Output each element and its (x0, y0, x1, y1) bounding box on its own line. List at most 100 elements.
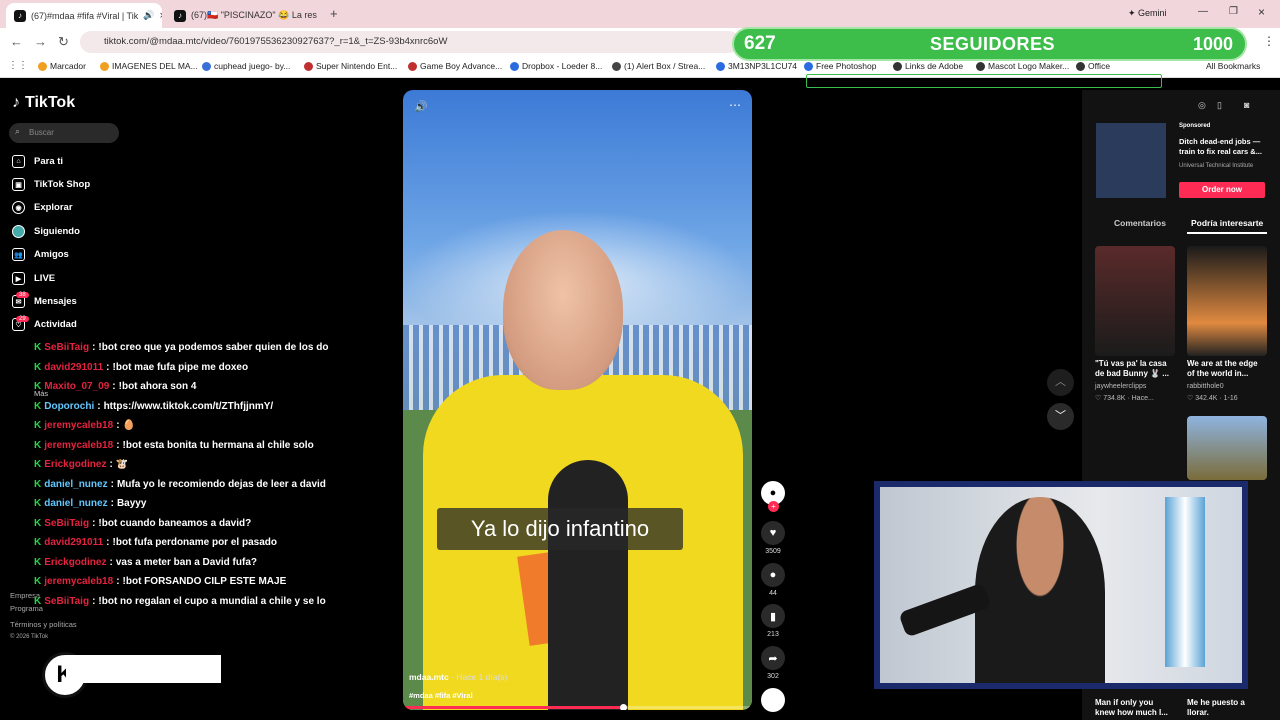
chat-username[interactable]: Maxito_07_09 (44, 381, 109, 392)
thumb-meta: ♡ 734.8K · Hace... (1095, 395, 1154, 402)
chat-username[interactable]: SeBiiTaig (44, 342, 89, 353)
bookmark-item[interactable]: Game Boy Advance... (408, 61, 502, 71)
video-progress-bar[interactable] (403, 704, 752, 710)
video-thumb[interactable] (1187, 246, 1267, 356)
tab-comments[interactable]: Comentarios (1114, 218, 1166, 228)
like-button[interactable]: ♥ 3509 (761, 521, 785, 555)
bookmark-item[interactable]: Dropbox - Loeder 8... (510, 61, 602, 71)
kick-badge-icon: K (34, 381, 42, 392)
save-button[interactable]: ▮ 213 (761, 604, 785, 638)
video-thumb[interactable] (1187, 416, 1267, 480)
chat-username[interactable]: Doporochi (44, 401, 94, 412)
order-now-label: Order now (1201, 185, 1242, 194)
phone-icon[interactable]: ▯ (1217, 100, 1222, 111)
kick-badge-icon: K (34, 478, 42, 490)
kick-badge-icon: K (34, 361, 42, 373)
sidebar-item-amigos[interactable]: 👥 Amigos (12, 248, 69, 261)
all-bookmarks[interactable]: All Bookmarks (1206, 61, 1260, 71)
kick-badge-icon: K (34, 459, 42, 470)
tiktok-logo[interactable]: ♪ TikTok (12, 94, 75, 112)
order-now-button[interactable]: Order now (1179, 182, 1265, 198)
chat-username[interactable]: daniel_nunez (44, 498, 107, 509)
footer-terminos[interactable]: Términos y políticas (10, 620, 77, 629)
chat-username[interactable]: jeremycaleb18 (44, 440, 113, 451)
close-tab-icon[interactable]: × (159, 10, 162, 22)
menu-icon[interactable]: ⋮ (1263, 34, 1275, 48)
bookmark-item[interactable]: (1) Alert Box / Strea... (612, 61, 705, 71)
chat-username[interactable]: Erickgodinez (44, 459, 106, 470)
bookmark-item[interactable]: IMAGENES DEL MA... (100, 61, 198, 71)
chat-message: Kjeremycaleb18: 🥚 (34, 420, 135, 431)
reload-icon[interactable]: ↻ (58, 34, 69, 50)
minimize-icon[interactable]: — (1198, 6, 1208, 17)
chat-username[interactable]: SeBiiTaig (44, 596, 89, 607)
url-text: tiktok.com/@mdaa.mtc/video/7601975536230… (104, 36, 448, 47)
thumb-caption[interactable]: "Tú vas pa' la casa de bad Bunny 🐰 ... (1095, 359, 1175, 379)
comment-button[interactable]: ● 44 (761, 563, 785, 597)
bookmark-item[interactable]: Mascot Logo Maker... (976, 61, 1069, 71)
chat-username[interactable]: jeremycaleb18 (44, 420, 113, 431)
sound-disc[interactable] (761, 688, 785, 715)
more-options-icon[interactable]: ⋯ (729, 98, 741, 112)
webcam-flag (1165, 497, 1205, 667)
gemini-button[interactable]: ✦ Gemini (1128, 8, 1167, 19)
thumb-caption[interactable]: Man if only you knew how much I... (1095, 698, 1175, 718)
video-hashtags[interactable]: #mdaa #fifa #Viral (409, 691, 473, 700)
chat-username[interactable]: david291011 (44, 537, 103, 548)
forward-icon[interactable]: → (34, 34, 47, 49)
video-author[interactable]: mdaa.mtc · Hace 1 día(s) (409, 672, 507, 682)
browser-tab[interactable]: ♪ (67)🇨🇱 "PISCINAZO" 😂 La res × (166, 3, 322, 28)
chat-username[interactable]: daniel_nunez (44, 479, 107, 490)
bookmark-item[interactable]: Super Nintendo Ent... (304, 61, 397, 71)
bookmark-item[interactable]: Marcador (38, 61, 86, 71)
scroll-up-button[interactable]: ︿ (1047, 369, 1074, 396)
progress-knob[interactable] (619, 704, 627, 710)
new-tab-button[interactable]: + (330, 6, 338, 21)
sidebar-item-shop[interactable]: ▣ TikTok Shop (12, 178, 90, 191)
window-close-icon[interactable]: × (1258, 5, 1265, 19)
chat-message: K Doporochi: https://www.tiktok.com/t/ZThf… (34, 401, 273, 412)
kick-badge-icon: K (34, 439, 42, 451)
chat-username[interactable]: jeremycaleb18 (44, 576, 113, 587)
chat-message: Kdavid291011: !bot fufa perdoname por el … (34, 537, 277, 548)
url-field[interactable]: tiktok.com/@mdaa.mtc/video/7601975536230… (80, 31, 740, 53)
sidebar-item-live[interactable]: ▶ LIVE (12, 272, 55, 285)
chat-message: Kjeremycaleb18: !bot esta bonita tu herma… (34, 440, 314, 451)
chat-separator: : (109, 556, 113, 568)
bookmark-item[interactable]: Free Photoshop (804, 61, 876, 71)
chat-username[interactable]: SeBiiTaig (44, 518, 89, 529)
ad-title[interactable]: Ditch dead-end jobs — train to fix real … (1179, 137, 1274, 157)
sidebar-item-siguiendo[interactable]: Siguiendo (12, 225, 80, 238)
bookmark-item[interactable]: 3M13NP3L1CU74 (716, 61, 797, 71)
chat-username[interactable]: Erickgodinez (44, 557, 106, 568)
browser-tab-active[interactable]: ♪ (67)#mdaa #fifa #Viral | Tik 🔊 × (6, 3, 162, 28)
chat-username[interactable]: david291011 (44, 362, 103, 373)
sidebar-item-explorar[interactable]: ◉ Explorar (12, 201, 73, 214)
search-input[interactable]: ⌕ Buscar (9, 123, 119, 143)
kick-badge-icon: K (34, 400, 42, 412)
restore-icon[interactable]: ❐ (1229, 6, 1238, 17)
chat-separator: : (110, 498, 114, 509)
back-icon[interactable]: ← (10, 34, 23, 49)
avatar-small-icon[interactable]: ◙ (1244, 100, 1249, 110)
thumb-caption[interactable]: We are at the edge of the world in... (1187, 359, 1267, 379)
share-button[interactable]: ➦ 302 (761, 646, 785, 680)
compass-icon[interactable]: ◎ (1198, 100, 1206, 111)
bookmark-item[interactable]: Office (1076, 61, 1110, 71)
bookmark-label: Dropbox - Loeder 8... (522, 61, 603, 71)
bookmark-item[interactable]: Links de Adobe (893, 61, 963, 71)
chat-text: 🥚 (122, 420, 135, 431)
thumb-caption[interactable]: Me he puesto a llorar. (1187, 698, 1267, 718)
scroll-down-button[interactable]: ﹀ (1047, 403, 1074, 430)
video-thumb[interactable] (1095, 416, 1175, 480)
tab-interest[interactable]: Podría interesarte (1191, 218, 1263, 228)
bookmark-label: Links de Adobe (905, 61, 964, 71)
apps-grid-icon[interactable]: ⋮⋮ (8, 60, 28, 71)
ad-thumbnail[interactable] (1096, 123, 1166, 198)
bookmark-item[interactable]: cuphead juego- by... (202, 61, 290, 71)
video-thumb[interactable] (1095, 246, 1175, 356)
follow-plus-icon[interactable]: + (768, 501, 779, 512)
volume-icon[interactable]: 🔊 (414, 100, 428, 113)
video-player[interactable]: Ya lo dijo infantino 🔊 ⋯ mdaa.mtc · Hace… (403, 90, 752, 710)
sidebar-item-para-ti[interactable]: ⌂ Para ti (12, 155, 63, 168)
